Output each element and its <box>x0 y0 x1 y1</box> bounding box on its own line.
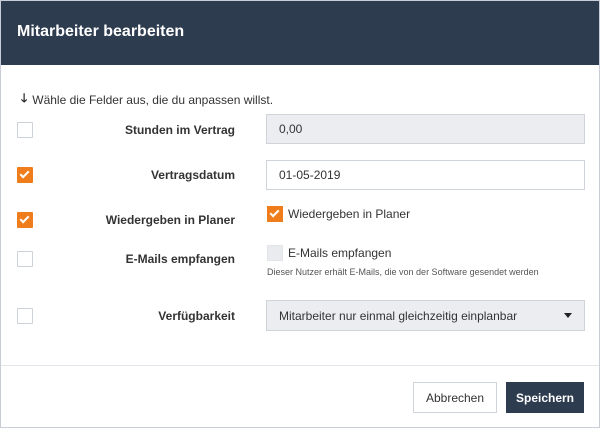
availability-select[interactable]: Mitarbeiter nur einmal gleichzeitig einp… <box>266 300 585 331</box>
display-in-plan-label: Wiedergeben in Planer <box>105 213 235 227</box>
receive-emails-label: E-Mails empfangen <box>125 252 235 266</box>
edit-employee-dialog: Mitarbeiter bearbeiten 🡓 Wähle die Felde… <box>0 0 600 428</box>
chevron-down-icon <box>564 313 572 318</box>
instruction-label: Wähle die Felder aus, die du anpassen wi… <box>32 92 274 107</box>
display-in-plan-checkbox[interactable] <box>267 206 283 222</box>
receive-emails-checkbox[interactable] <box>267 245 283 261</box>
checkmark-icon <box>19 168 30 179</box>
save-button[interactable]: Speichern <box>506 382 584 413</box>
select-availability-checkbox[interactable] <box>17 308 33 324</box>
instruction-text: 🡓 Wähle die Felder aus, die du anpassen … <box>21 89 273 110</box>
hours-input[interactable]: 0,00 <box>266 114 585 144</box>
availability-selected-value: Mitarbeiter nur einmal gleichzeitig einp… <box>279 308 518 323</box>
contract-date-input[interactable]: 01-05-2019 <box>266 160 585 190</box>
contract-date-label: Vertragsdatum <box>150 168 235 182</box>
dialog-title: Mitarbeiter bearbeiten <box>17 23 185 40</box>
select-receive-emails-checkbox[interactable] <box>17 251 33 267</box>
checkmark-icon <box>269 207 280 218</box>
receive-emails-help-text: Dieser Nutzer erhält E-Mails, die von de… <box>267 267 539 277</box>
display-in-plan-checkbox-label: Wiedergeben in Planer <box>288 207 411 221</box>
footer-divider <box>1 365 599 366</box>
receive-emails-checkbox-label: E-Mails empfangen <box>288 246 392 260</box>
cancel-button[interactable]: Abbrechen <box>413 382 497 413</box>
arrow-down-icon: 🡓 <box>21 91 28 105</box>
select-contract-date-checkbox[interactable] <box>17 167 33 183</box>
hours-label: Stunden im Vertrag <box>124 123 235 137</box>
availability-label: Verfügbarkeit <box>158 309 235 323</box>
checkmark-icon <box>19 213 30 224</box>
select-hours-checkbox[interactable] <box>17 122 33 138</box>
dialog-header: Mitarbeiter bearbeiten <box>1 1 599 65</box>
select-display-in-plan-checkbox[interactable] <box>17 212 33 228</box>
